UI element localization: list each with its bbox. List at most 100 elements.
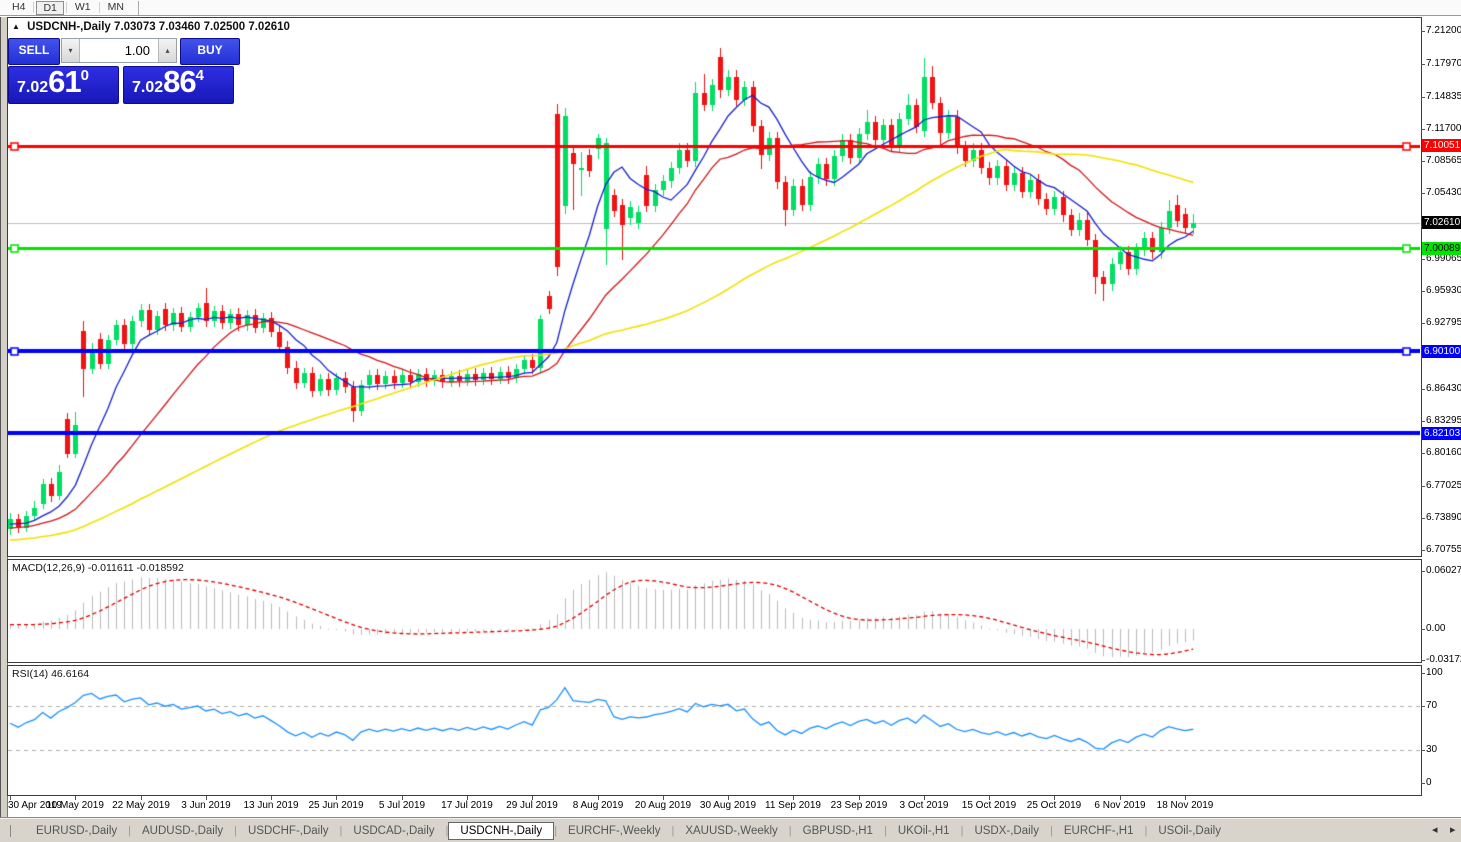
volume-increase-button[interactable]: ▴ — [158, 39, 176, 62]
chart-symbol-label: USDCNH-,Daily — [27, 21, 111, 33]
date-label: 15 Oct 2019 — [961, 800, 1017, 811]
axis-tick-mark — [1421, 550, 1425, 551]
volume-decrease-button[interactable]: ▾ — [62, 39, 80, 62]
axis-tick-mark — [1421, 291, 1425, 292]
chart-title: ▲ USDCNH-,Daily 7.03073 7.03460 7.02500 … — [12, 21, 290, 33]
axis-tick-mark — [1421, 64, 1425, 65]
timeframe-button-w1[interactable]: W1 — [69, 1, 97, 14]
tabbar-left-marker — [10, 824, 11, 837]
macd-canvas[interactable] — [8, 560, 1420, 662]
toolbar-separator — [137, 0, 139, 15]
tabs-scroll-right-icon[interactable]: ▸ — [1450, 823, 1456, 836]
sell-price-main: 61 — [48, 64, 81, 99]
collapse-triangle-icon[interactable]: ▲ — [12, 22, 20, 31]
level-price-chip: 6.82103 — [1422, 427, 1461, 440]
buy-price-sup: 4 — [195, 67, 204, 84]
rsi-tick-label: 70 — [1426, 700, 1438, 711]
chart-ohlc-quote: 7.03073 7.03460 7.02500 7.02610 — [114, 21, 290, 33]
symbol-tab-usdcnh-daily[interactable]: USDCNH-,Daily — [448, 821, 555, 840]
timeframe-button-d1[interactable]: D1 — [36, 0, 64, 15]
volume-stepper: ▾ 1.00 ▴ — [61, 38, 177, 63]
level-price-chip: 7.00089 — [1422, 242, 1461, 255]
price-tick-label: 6.86430 — [1426, 383, 1461, 394]
price-tick-label: 6.92795 — [1426, 317, 1461, 328]
tabs-scroll-left-icon[interactable]: ◂ — [1432, 823, 1438, 836]
level-price-chip: 6.90100 — [1422, 345, 1461, 358]
price-tick-label: 6.77025 — [1426, 480, 1461, 491]
date-label: 3 Jun 2019 — [181, 800, 231, 811]
date-label: 25 Jun 2019 — [308, 800, 364, 811]
date-label: 25 Oct 2019 — [1026, 800, 1082, 811]
axis-tick-mark — [1421, 193, 1425, 194]
symbol-tab-eurchf-h1[interactable]: EURCHF-,H1 — [1053, 822, 1145, 840]
buy-button[interactable]: BUY — [180, 38, 240, 65]
symbol-tab-gbpusd-h1[interactable]: GBPUSD-,H1 — [792, 822, 884, 840]
price-tick-label: 6.83295 — [1426, 415, 1461, 426]
axis-tick-mark — [1421, 161, 1425, 162]
date-label: 13 Jun 2019 — [243, 800, 299, 811]
axis-tick-mark — [1421, 323, 1425, 324]
symbol-tab-usdx-daily[interactable]: USDX-,Daily — [963, 822, 1050, 840]
price-tick-label: 7.17970 — [1426, 58, 1461, 69]
symbol-tab-usdcad-daily[interactable]: USDCAD-,Daily — [342, 822, 445, 840]
rsi-tick-label: 100 — [1426, 667, 1443, 678]
date-label: 5 Jul 2019 — [378, 800, 426, 811]
axis-tick-mark — [1421, 259, 1425, 260]
date-label: 30 Aug 2019 — [699, 800, 757, 811]
trade-controls-row: SELL ▾ 1.00 ▴ BUY — [8, 38, 240, 65]
date-label: 22 May 2019 — [112, 800, 170, 811]
symbol-tab-ukoil-h1[interactable]: UKOil-,H1 — [887, 822, 961, 840]
macd-tick-label: 0.00 — [1426, 623, 1446, 634]
sell-price-box[interactable]: 7.02610 — [8, 64, 119, 104]
symbol-tab-eurchf-weekly[interactable]: EURCHF-,Weekly — [557, 822, 671, 840]
axis-tick-mark — [1421, 453, 1425, 454]
price-tick-label: 6.73890 — [1426, 512, 1461, 523]
level-price-chip: 7.10051 — [1422, 139, 1461, 152]
rsi-tick-label: 30 — [1426, 744, 1438, 755]
axis-tick-mark — [1421, 31, 1425, 32]
axis-tick-mark — [1421, 673, 1425, 674]
price-tick-label: 6.95930 — [1426, 285, 1461, 296]
price-tick-label: 7.11700 — [1426, 123, 1461, 134]
symbol-tab-usdchf-daily[interactable]: USDCHF-,Daily — [237, 822, 340, 840]
symbol-tab-audusd-daily[interactable]: AUDUSD-,Daily — [131, 822, 234, 840]
macd-tick-label: 0.060273 — [1426, 565, 1461, 576]
symbol-tab-xauusd-weekly[interactable]: XAUUSD-,Weekly — [674, 822, 788, 840]
price-tick-label: 7.08565 — [1426, 155, 1461, 166]
axis-tick-mark — [1421, 518, 1425, 519]
axis-tick-mark — [1421, 97, 1425, 98]
timeframe-button-h4[interactable]: H4 — [6, 1, 31, 14]
date-label: 11 Sep 2019 — [765, 800, 821, 811]
price-tick-label: 7.14835 — [1426, 91, 1461, 102]
toolbar-separator — [98, 2, 100, 13]
timeframe-button-mn[interactable]: MN — [102, 1, 130, 14]
macd-tick-label: -0.031725 — [1426, 654, 1461, 665]
symbol-tab-usoil-daily[interactable]: USOil-,Daily — [1147, 822, 1232, 840]
date-label: 23 Sep 2019 — [830, 800, 888, 811]
symbol-tab-eurusd-daily[interactable]: EURUSD-,Daily — [25, 822, 128, 840]
metatrader-window: H4 D1 W1 MN ▲ USDCNH-,Daily 7.03073 7.03460… — [0, 0, 1461, 842]
axis-tick-mark — [1421, 750, 1425, 751]
axis-tick-mark — [1421, 389, 1425, 390]
volume-input[interactable]: 1.00 — [80, 39, 158, 62]
axis-tick-mark — [1421, 706, 1425, 707]
sell-button[interactable]: SELL — [8, 38, 60, 65]
toolbar-separator — [65, 2, 67, 13]
date-label: 10 May 2019 — [46, 800, 104, 811]
timeframe-toolbar: H4 D1 W1 MN — [0, 0, 1461, 15]
date-label: 29 Jul 2019 — [506, 800, 558, 811]
axis-tick-mark — [1421, 571, 1425, 572]
rsi-canvas[interactable] — [8, 666, 1420, 795]
buy-price-main: 86 — [163, 64, 196, 99]
axis-tick-mark — [1421, 421, 1425, 422]
axis-tick-mark — [1421, 486, 1425, 487]
axis-tick-mark — [1421, 660, 1425, 661]
date-label: 17 Jul 2019 — [441, 800, 493, 811]
price-tick-label: 7.05430 — [1426, 187, 1461, 198]
buy-price-box[interactable]: 7.02864 — [123, 64, 234, 104]
price-tick-label: 6.80160 — [1426, 447, 1461, 458]
symbol-tabbar: EURUSD-,Daily | AUDUSD-,Daily | USDCHF-,Dail… — [0, 817, 1461, 842]
date-label: 6 Nov 2019 — [1094, 800, 1146, 811]
date-label: 20 Aug 2019 — [634, 800, 692, 811]
price-tick-label: 6.70755 — [1426, 544, 1461, 555]
